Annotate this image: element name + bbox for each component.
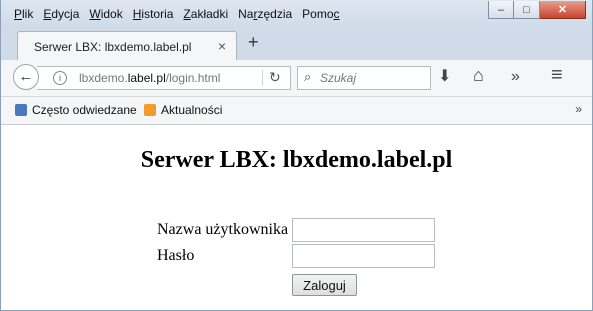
login-button[interactable]: Zaloguj (292, 274, 357, 296)
browser-window: Plik Edycja Widok Historia Zakładki Narz… (0, 0, 593, 311)
overflow-icon[interactable]: » (511, 68, 520, 86)
home-icon[interactable]: ⌂ (473, 66, 484, 84)
back-arrow-icon: ← (18, 68, 34, 85)
search-box[interactable]: ⌕ Szukaj (297, 66, 431, 90)
tab-strip: Serwer LBX: lbxdemo.label.pl × + (1, 28, 592, 60)
password-input[interactable] (292, 244, 435, 268)
url-text: lbxdemo.label.pl/login.html (79, 71, 221, 85)
download-icon[interactable]: ⬇ (438, 68, 451, 86)
search-icon: ⌕ (304, 69, 312, 84)
menu-pomoc[interactable]: Pomoc (297, 6, 344, 22)
minimize-icon: – (497, 4, 505, 16)
info-icon[interactable]: i (53, 71, 67, 85)
url-bar[interactable]: i lbxdemo.label.pl/login.html ↻ (37, 66, 291, 90)
bookmark-czesto-odwiedzane[interactable]: Często odwiedzane (15, 103, 137, 117)
menu-historia[interactable]: Historia (128, 6, 179, 22)
tab-title: Serwer LBX: lbxdemo.label.pl (34, 40, 192, 54)
back-button[interactable]: ← (13, 64, 39, 90)
tab-close-icon[interactable]: × (218, 38, 226, 54)
page-title: Serwer LBX: lbxdemo.label.pl (140, 147, 453, 173)
search-placeholder: Szukaj (320, 71, 357, 85)
navigation-toolbar: i lbxdemo.label.pl/login.html ↻ ← ⌕ Szuk… (1, 60, 592, 97)
username-input[interactable] (292, 218, 435, 242)
menu-edycja[interactable]: Edycja (38, 6, 84, 22)
minimize-button[interactable]: – (488, 1, 514, 19)
menu-bar: Plik Edycja Widok Historia Zakładki Narz… (9, 6, 345, 22)
bookmark-aktualnosci[interactable]: Aktualności (144, 103, 222, 117)
rss-feed-icon (144, 104, 156, 116)
tab-active[interactable]: Serwer LBX: lbxdemo.label.pl × (17, 31, 237, 60)
title-bar: Plik Edycja Widok Historia Zakładki Narz… (1, 0, 592, 28)
new-tab-icon[interactable]: + (248, 32, 259, 53)
bookmark-folder-icon (15, 104, 27, 116)
menu-widok[interactable]: Widok (84, 6, 127, 22)
close-window-button[interactable]: ✕ (540, 1, 586, 19)
divider (262, 70, 263, 86)
hamburger-menu-icon[interactable]: ≡ (551, 65, 563, 85)
maximize-button[interactable]: □ (514, 1, 540, 19)
username-label: Nazwa użytkownika (157, 221, 289, 238)
window-controls: – □ ✕ (488, 1, 586, 19)
bookmarks-overflow-icon[interactable]: » (575, 102, 582, 116)
menu-zakladki[interactable]: Zakładki (178, 6, 233, 22)
bookmarks-toolbar: Często odwiedzane Aktualności » (1, 97, 592, 125)
password-label: Hasło (157, 247, 195, 264)
menu-narzedzia[interactable]: Narzędzia (233, 6, 297, 22)
close-icon: ✕ (557, 4, 568, 16)
page-content: Serwer LBX: lbxdemo.label.pl Nazwa użytk… (1, 125, 592, 310)
reload-icon[interactable]: ↻ (269, 69, 281, 86)
maximize-icon: □ (523, 4, 530, 16)
menu-plik[interactable]: Plik (9, 6, 38, 22)
